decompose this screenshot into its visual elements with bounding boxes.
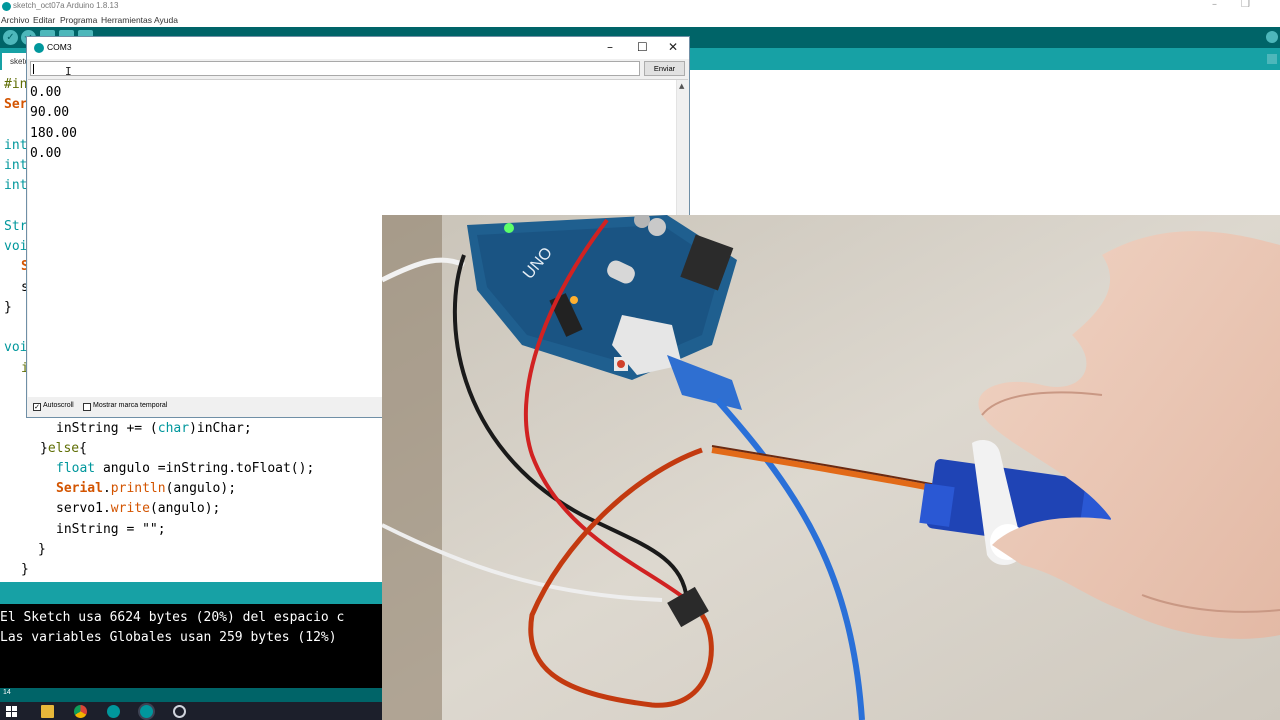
code-fragment: int (4, 158, 28, 173)
code-line: } (38, 542, 46, 557)
arduino-task-icon-active[interactable] (140, 705, 153, 718)
menu-programa[interactable]: Programa (60, 15, 97, 25)
maximize-icon[interactable]: ☐ (637, 40, 648, 54)
send-button[interactable]: Enviar (644, 61, 685, 76)
code-fragment: int (4, 138, 28, 153)
code-token: += ( (118, 421, 158, 436)
serial-send-input[interactable] (30, 61, 640, 76)
autoscroll-label: Autoscroll (43, 402, 74, 409)
ibeam-cursor-icon: I (65, 65, 72, 78)
code-line: inString += (char)inChar; (56, 421, 252, 436)
serial-monitor-icon[interactable] (1266, 31, 1278, 43)
windows-start-icon[interactable] (6, 706, 17, 717)
hardware-photo: UNO (382, 215, 1280, 720)
code-token: angulo =inString.toFloat(); (95, 461, 315, 476)
close-icon[interactable]: ✕ (668, 40, 678, 54)
ide-menubar: Archivo Editar Programa Herramientas Ayu… (0, 13, 1280, 27)
code-token: servo1. (56, 501, 111, 516)
menu-archivo[interactable]: Archivo (1, 15, 29, 25)
timestamp-label: Mostrar marca temporal (93, 402, 168, 409)
arduino-icon (34, 43, 44, 53)
code-token: Serial (56, 481, 103, 496)
line-number: 14 (3, 689, 11, 696)
output-line: 90.00 (30, 105, 70, 120)
autoscroll-checkbox[interactable]: ✓ (33, 403, 41, 411)
code-token: float (56, 461, 96, 476)
code-fragment: Str (4, 219, 28, 234)
camera-video-overlay: UNO (382, 215, 1280, 720)
tab-menu-icon[interactable] (1267, 54, 1277, 64)
output-line: 0.00 (30, 85, 62, 100)
restore-icon[interactable]: ❐ (1241, 0, 1250, 10)
code-fragment: int (4, 178, 28, 193)
ide-titlebar: sketch_oct07a Arduino 1.8.13 – ❐ (0, 0, 1280, 13)
code-token: write (110, 501, 150, 516)
code-token: println (110, 481, 166, 496)
output-line: 0.00 (30, 146, 62, 161)
file-explorer-icon[interactable] (41, 705, 54, 718)
code-token: } (40, 441, 48, 456)
code-token: inString (56, 421, 119, 436)
arduino-app-icon (2, 2, 11, 11)
console-line: Las variables Globales usan 259 bytes (1… (0, 630, 337, 645)
output-line: 180.00 (30, 126, 77, 141)
serial-monitor-title: COM3 (47, 42, 72, 52)
verify-icon[interactable]: ✓ (3, 30, 18, 45)
scroll-up-icon[interactable]: ▲ (679, 82, 684, 90)
minimize-icon[interactable]: – (1212, 0, 1217, 10)
menu-editar[interactable]: Editar (33, 15, 55, 25)
code-line: inString = ""; (56, 522, 166, 537)
console-line: El Sketch usa 6624 bytes (20%) del espac… (0, 610, 345, 625)
code-token: (angulo); (165, 481, 237, 496)
code-fragment: voi (4, 340, 28, 355)
code-line: float angulo =inString.toFloat(); (56, 461, 314, 476)
menu-ayuda[interactable]: Ayuda (154, 15, 178, 25)
ide-window-title: sketch_oct07a Arduino 1.8.13 (13, 1, 119, 10)
arduino-task-icon[interactable] (107, 705, 120, 718)
code-fragment: #in (4, 77, 28, 92)
code-fragment: Ser (4, 97, 28, 112)
code-fragment: voi (4, 239, 28, 254)
code-token: { (79, 441, 87, 456)
code-token: else (47, 441, 80, 456)
code-line: }else{ (40, 441, 87, 456)
code-line: } (21, 562, 29, 577)
code-fragment: } (4, 300, 12, 315)
code-token: char (157, 421, 190, 436)
code-token: . (102, 481, 111, 496)
timestamp-checkbox[interactable] (83, 403, 91, 411)
minimize-icon[interactable]: – (607, 40, 613, 54)
chrome-icon[interactable] (74, 705, 87, 718)
settings-icon[interactable] (173, 705, 186, 718)
code-line: Serial.println(angulo); (56, 481, 236, 496)
text-caret (33, 64, 34, 74)
code-token: (angulo); (149, 501, 221, 516)
code-token: )inChar; (189, 421, 252, 436)
menu-herramientas[interactable]: Herramientas (101, 15, 152, 25)
serial-monitor-titlebar: COM3 – ☐ ✕ (27, 37, 689, 59)
code-line: servo1.write(angulo); (56, 501, 220, 516)
